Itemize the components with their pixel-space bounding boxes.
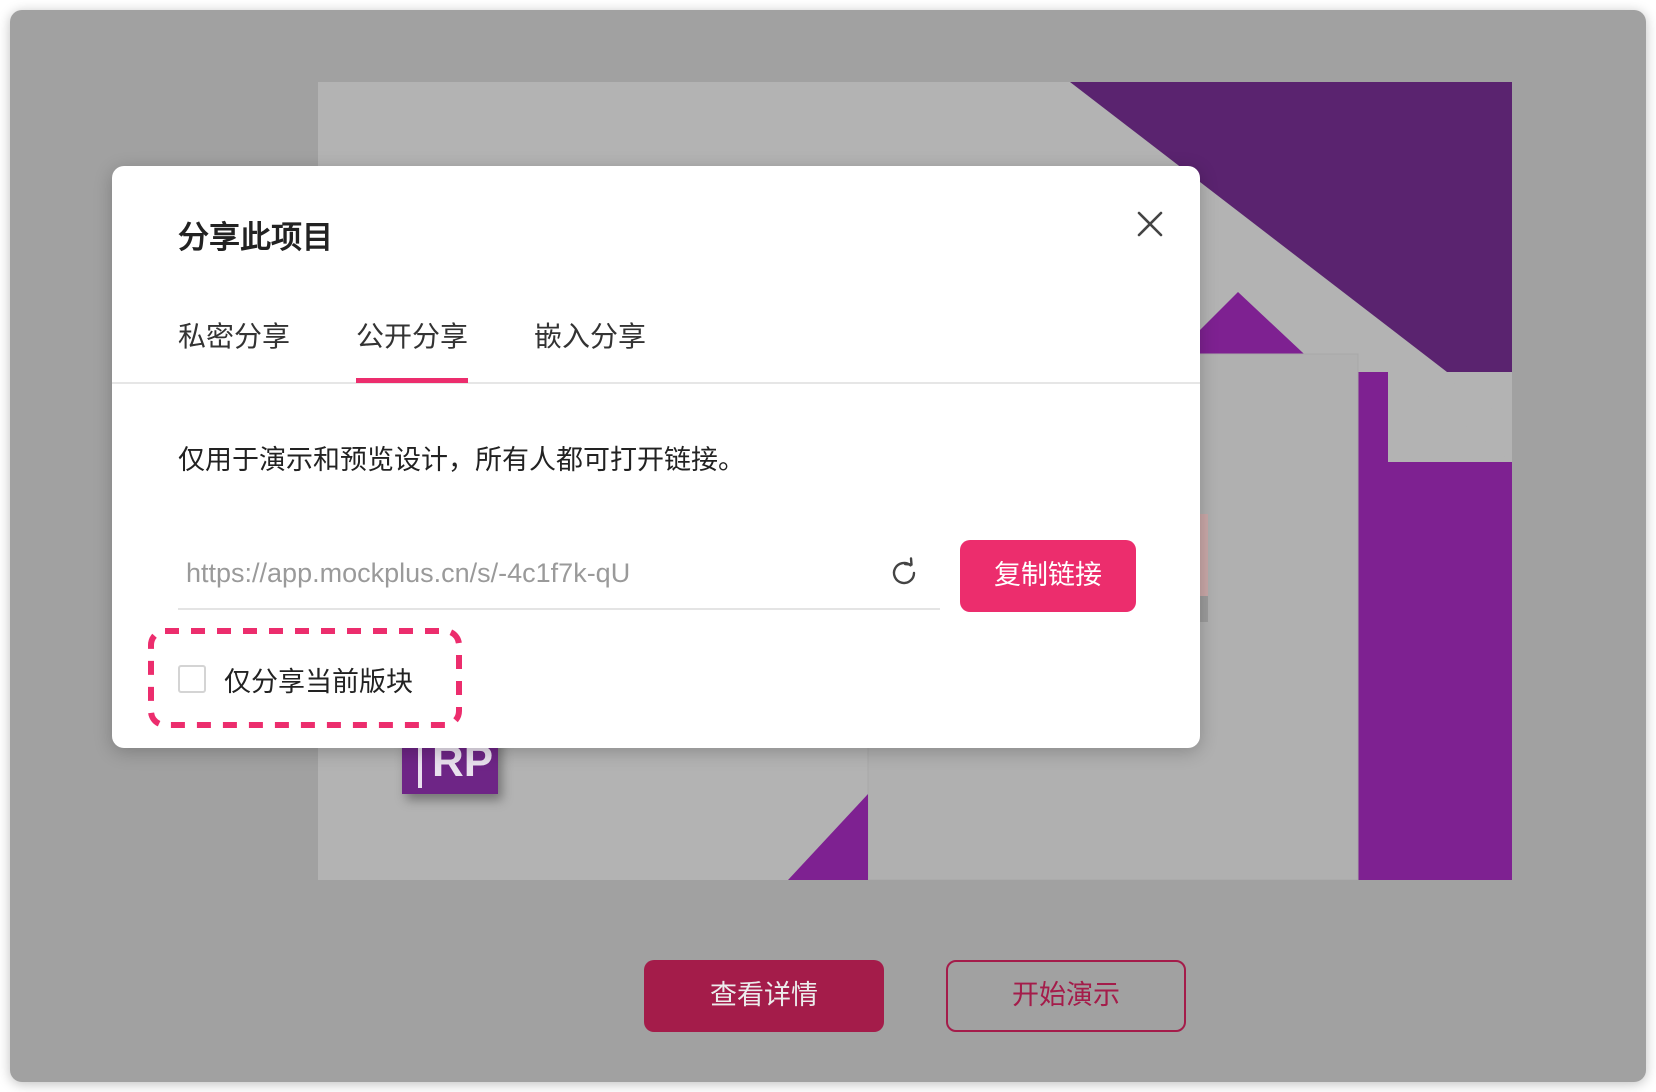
tab-private-share[interactable]: 私密分享 [178, 316, 290, 382]
share-current-block-option: 仅分享当前版块 [148, 628, 462, 728]
refresh-icon[interactable] [888, 557, 920, 589]
share-link-input[interactable] [178, 538, 868, 608]
start-presentation-button[interactable]: 开始演示 [946, 960, 1186, 1032]
copy-link-button[interactable]: 复制链接 [960, 540, 1136, 612]
share-current-block-label[interactable]: 仅分享当前版块 [224, 660, 413, 699]
share-dialog: 分享此项目 私密分享 公开分享 嵌入分享 仅用于演示和预览设计，所有人都可打开链… [112, 166, 1200, 748]
view-details-button[interactable]: 查看详情 [644, 960, 884, 1032]
tab-public-share[interactable]: 公开分享 [356, 316, 469, 383]
tab-embed-share[interactable]: 嵌入分享 [534, 316, 646, 382]
share-link-field [178, 538, 940, 610]
preview-purple-triangle [788, 794, 868, 880]
dialog-title: 分享此项目 [178, 220, 333, 256]
share-tabs: 私密分享 公开分享 嵌入分享 [112, 316, 1200, 384]
close-icon[interactable] [1130, 204, 1170, 244]
share-description: 仅用于演示和预览设计，所有人都可打开链接。 [178, 445, 745, 476]
share-current-block-checkbox[interactable] [178, 665, 206, 693]
